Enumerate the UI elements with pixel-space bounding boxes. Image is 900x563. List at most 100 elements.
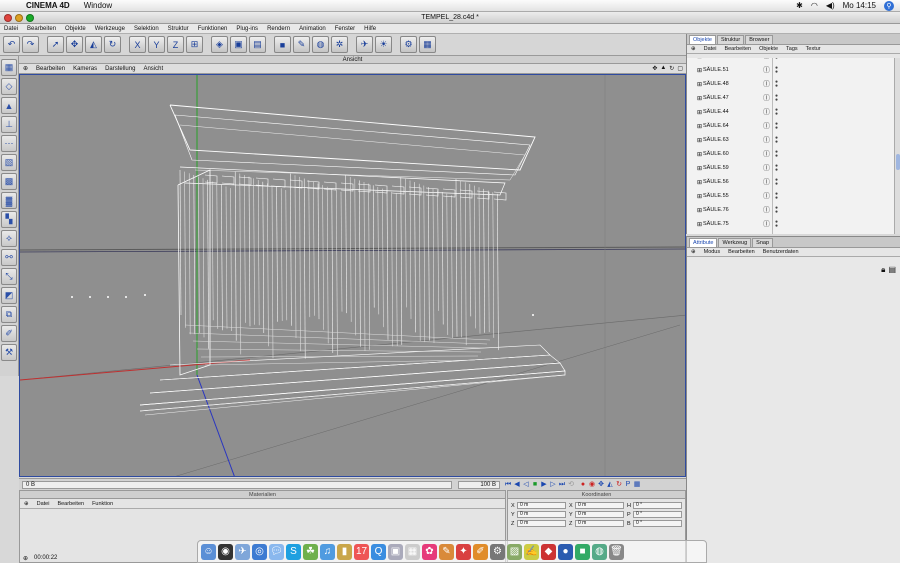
menu-plugins[interactable]: Plug-ins <box>236 26 258 32</box>
object-row[interactable]: ⊞ SÄULE.63 ⓛ ● ● <box>687 133 895 147</box>
trash-icon[interactable]: 🗑︎ <box>609 543 624 560</box>
tab-objekte[interactable]: Objekte <box>689 35 716 44</box>
archive-icon[interactable]: ◆ <box>541 543 556 560</box>
key-position-icon[interactable]: ✥ <box>597 481 605 489</box>
key-scale-icon[interactable]: ◭ <box>606 481 614 489</box>
attribute-manager-pin-icon[interactable]: ⊕ <box>691 249 696 255</box>
material-manager-pin-icon[interactable]: ⊕ <box>24 501 29 507</box>
coordinate-input[interactable]: 0 m <box>575 502 624 509</box>
play-reverse-icon[interactable]: ◁ <box>522 481 530 489</box>
loop-icon[interactable]: ⟲ <box>567 481 575 489</box>
visibility-dots-icon[interactable]: ●● <box>775 58 783 61</box>
key-pla-icon[interactable]: ▦ <box>633 481 641 489</box>
finder-icon[interactable]: ☺ <box>201 543 216 560</box>
key-rotation-icon[interactable]: ↻ <box>615 481 623 489</box>
tab-struktur[interactable]: Struktur <box>716 35 745 44</box>
record-icon[interactable]: ● <box>579 481 587 489</box>
viewport-menu-bearbeiten[interactable]: Bearbeiten <box>36 66 65 72</box>
quicktime-icon[interactable]: Q <box>371 543 386 560</box>
object-tag-icon[interactable]: ⓛ <box>763 93 775 103</box>
tweak-mode-button[interactable]: ⤡ <box>1 268 17 285</box>
object-row[interactable]: ⊞ SÄULE.44 ⓛ ● ● <box>687 105 895 119</box>
point-mode-button[interactable]: ▲ <box>1 97 17 114</box>
play-icon[interactable]: ▶ <box>540 481 548 489</box>
app-name-menu[interactable]: CINEMA 4D <box>26 1 70 10</box>
safari-icon[interactable]: ◎ <box>252 543 267 560</box>
menubar-clock[interactable]: Mo 14:15 <box>843 1 876 10</box>
skype-icon[interactable]: S <box>286 543 301 560</box>
viewport-rotate-icon[interactable]: ↻ <box>669 65 674 72</box>
frame-slider[interactable]: 0 B <box>22 480 452 489</box>
object-row[interactable]: ⊞ SÄULE.59 ⓛ ● ● <box>687 161 895 175</box>
am-menu-bearbeiten[interactable]: Bearbeiten <box>728 249 755 255</box>
app2-icon[interactable]: ✎ <box>439 543 454 560</box>
autokey-icon[interactable]: ◉ <box>588 481 596 489</box>
object-tag-icon[interactable]: ⓛ <box>763 58 775 61</box>
volume-icon[interactable]: ◀) <box>826 1 835 10</box>
menu-bearbeiten[interactable]: Bearbeiten <box>27 26 56 32</box>
tab-attribute[interactable]: Attribute <box>689 238 718 247</box>
photo-icon[interactable]: ▦ <box>405 543 420 560</box>
wifi-icon[interactable]: ◠ <box>811 1 818 10</box>
menu-hilfe[interactable]: Hilfe <box>364 26 376 32</box>
render-picture-viewer-button[interactable]: ▣ <box>230 36 247 53</box>
viewport-toggle-icon[interactable]: ▢ <box>677 65 683 72</box>
sphere-icon[interactable]: ● <box>558 543 573 560</box>
go-to-end-icon[interactable]: ⏭ <box>558 481 566 489</box>
object-tag-icon[interactable]: ⓛ <box>763 205 775 215</box>
scale-tool-button[interactable]: ◭ <box>85 36 102 53</box>
ichat-icon[interactable]: 💬︎ <box>269 543 284 560</box>
object-row[interactable]: ⊞ SÄULE.48 ⓛ ● ● <box>687 77 895 91</box>
lock-icon[interactable]: 🔒︎ <box>881 265 885 275</box>
tab-snap[interactable]: Snap <box>752 238 774 247</box>
mail-icon[interactable]: ✈ <box>235 543 250 560</box>
ical-icon[interactable]: 17 <box>354 543 369 560</box>
menu-objekte[interactable]: Objekte <box>65 26 86 32</box>
nurbs-button[interactable]: ◍ <box>312 36 329 53</box>
modeling-settings-button[interactable]: ▦ <box>419 36 436 53</box>
object-row[interactable]: ⊞ SÄULE.75 ⓛ ● ● <box>687 217 895 231</box>
om-menu-datei[interactable]: Datei <box>704 46 717 52</box>
zoom-window-button[interactable] <box>26 14 34 22</box>
object-tag-icon[interactable]: ⓛ <box>763 191 775 201</box>
am-menu-modus[interactable]: Modus <box>704 249 721 255</box>
object-row[interactable]: ⊞ SÄULE.56 ⓛ ● ● <box>687 175 895 189</box>
render-view-button[interactable]: ◈ <box>211 36 228 53</box>
tab-browser[interactable]: Browser <box>745 35 774 44</box>
workplane-button[interactable]: ▚ <box>1 211 17 228</box>
visibility-dots-icon[interactable]: ●● <box>775 206 783 215</box>
visibility-dots-icon[interactable]: ●● <box>775 136 783 145</box>
visibility-dots-icon[interactable]: ●● <box>775 108 783 117</box>
camera-button[interactable]: ✈ <box>356 36 373 53</box>
coordinate-input[interactable]: 0 ° <box>633 511 682 518</box>
object-row[interactable]: ⊞ SÄULE.60 ⓛ ● ● <box>687 147 895 161</box>
animation-mode-button[interactable]: ⟡ <box>1 230 17 247</box>
menu-rendern[interactable]: Rendern <box>267 26 290 32</box>
visibility-dots-icon[interactable]: ●● <box>775 150 783 159</box>
minimize-window-button[interactable] <box>15 14 23 22</box>
step-back-icon[interactable]: ◀ <box>513 481 521 489</box>
object-tag-icon[interactable]: ⓛ <box>763 149 775 159</box>
dashboard-icon[interactable]: ◉ <box>218 543 233 560</box>
visibility-dots-icon[interactable]: ●● <box>775 80 783 89</box>
bluetooth-icon[interactable]: ✱ <box>796 1 803 10</box>
object-row[interactable]: ⊞ SÄULE.51 ⓛ ● ● <box>687 63 895 77</box>
inverse-kinematics-button[interactable]: ⚯ <box>1 249 17 266</box>
menu-werkzeuge[interactable]: Werkzeuge <box>95 26 125 32</box>
spotlight-icon[interactable]: ⚲ <box>884 0 894 11</box>
mm-menu-bearbeiten[interactable]: Bearbeiten <box>57 501 84 507</box>
gear-app-icon[interactable]: ⚙ <box>490 543 505 560</box>
object-tag-icon[interactable]: ⓛ <box>763 107 775 117</box>
visibility-dots-icon[interactable]: ●● <box>775 192 783 201</box>
object-tag-icon[interactable]: ⓛ <box>763 65 775 75</box>
cube-primitive-button[interactable]: ■ <box>274 36 291 53</box>
key-param-icon[interactable]: P <box>624 481 632 489</box>
menu-animation[interactable]: Animation <box>299 26 326 32</box>
visibility-dots-icon[interactable]: ●● <box>775 94 783 103</box>
itunes-icon[interactable]: ♫ <box>320 543 335 560</box>
object-tag-icon[interactable]: ⓛ <box>763 163 775 173</box>
app-icon[interactable]: ✿ <box>422 543 437 560</box>
object-row[interactable]: ⊞ SÄULE.55 ⓛ ● ● <box>687 189 895 203</box>
sculpt-tool-button[interactable]: ✐ <box>1 325 17 342</box>
select-tool-button[interactable]: ➚ <box>47 36 64 53</box>
